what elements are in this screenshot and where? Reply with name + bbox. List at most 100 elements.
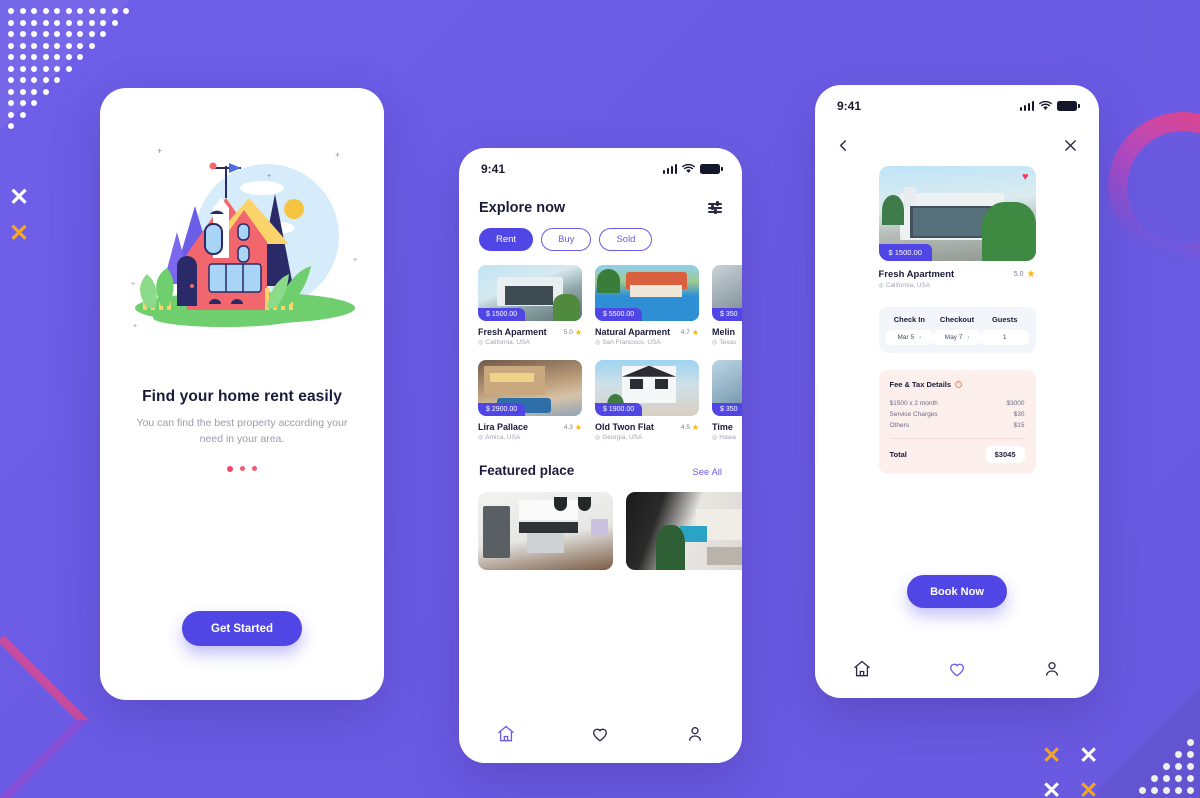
see-all-link[interactable]: See All [692, 467, 722, 478]
chip-rent[interactable]: Rent [479, 228, 534, 251]
guests-field[interactable]: Guests 1 [980, 315, 1029, 345]
close-icon[interactable] [1064, 139, 1077, 152]
pin-icon: ◎ [595, 435, 601, 441]
price-badge: $ 1500.00 [478, 308, 526, 321]
property-row-2: $ 2900.00 Lira Pallace 4.3 ★ ◎ Amica, USA… [459, 360, 742, 441]
property-card-partial[interactable]: $ 350 Melin ◎ Texas [712, 265, 742, 346]
svg-text:+: + [157, 146, 162, 156]
gradient-triangle-decoration [0, 635, 89, 798]
x-mark-orange-left: ✕ [9, 220, 30, 247]
fee-value: $30 [1013, 411, 1025, 418]
property-rating: 4.7 ★ [680, 327, 699, 337]
home-icon[interactable] [496, 724, 516, 744]
property-card[interactable]: $ 1900.00 Old Twon Flat 4.5 ★ ◎ Georgia, … [595, 360, 699, 441]
property-card[interactable]: $ 1500.00 Fresh Aparment 5.0 ★ ◎ Californ… [478, 265, 582, 346]
x-mark-white-br-2: ✕ [1042, 777, 1062, 798]
get-started-button[interactable]: Get Started [182, 611, 302, 646]
property-thumbnail: $ 350 [712, 265, 742, 321]
home-icon[interactable] [852, 659, 872, 679]
fee-value: $3000 [1006, 400, 1025, 407]
price-badge: $ 2900.00 [478, 403, 526, 416]
status-time: 9:41 [481, 162, 506, 176]
pagination-dot[interactable] [252, 465, 257, 471]
onboarding-screen: + + + + + + Find your home rent easily You … [100, 88, 384, 700]
price-badge: $ 1900.00 [595, 403, 643, 416]
chip-buy[interactable]: Buy [541, 228, 592, 251]
chevron-left-icon[interactable] [837, 139, 850, 152]
heart-icon[interactable] [590, 724, 610, 744]
property-location: ◎ Amica, USA [478, 434, 521, 441]
info-icon[interactable]: i [955, 381, 963, 388]
featured-card[interactable] [478, 492, 613, 570]
status-bar: 9:41 [459, 148, 742, 176]
property-location: ◎ Georgia, USA [595, 434, 643, 441]
property-name: Melin [712, 327, 736, 337]
pin-icon: ◎ [712, 435, 718, 441]
pagination-dots[interactable] [100, 465, 384, 472]
property-name: Lira Pallace [478, 422, 529, 432]
check-in-label: Check In [893, 315, 925, 324]
property-row-1: $ 1500.00 Fresh Aparment 5.0 ★ ◎ Californ… [459, 265, 742, 346]
featured-card[interactable] [626, 492, 742, 570]
pagination-dot[interactable] [240, 465, 245, 471]
property-hero-image: ♥ $ 1500.00 [878, 166, 1036, 261]
check-in-field[interactable]: Check In Mar 5 › [885, 315, 934, 345]
checkout-field[interactable]: Checkout May 7 › [933, 315, 981, 345]
divider [889, 438, 1025, 439]
stay-details: Check In Mar 5 › Checkout May 7 › Guests 1 [878, 307, 1036, 353]
explore-screen: 9:41 Explore now Rent Buy Sold $ 1500.00 [459, 148, 742, 763]
property-name: Time [712, 422, 733, 432]
property-location: ◎ San Francisco, USA [595, 339, 661, 346]
featured-row [459, 492, 742, 570]
star-icon: ★ [691, 422, 699, 432]
property-name: Fresh Aparment [478, 327, 547, 337]
x-mark-white-left: ✕ [9, 184, 30, 211]
fee-rows: $1500 x 2 month $3000 Service Charges $3… [890, 398, 1025, 431]
book-now-button[interactable]: Book Now [907, 575, 1007, 608]
pagination-dot[interactable] [227, 465, 233, 472]
fee-label: Others [889, 422, 910, 429]
profile-icon[interactable] [1042, 659, 1062, 679]
property-thumbnail: $ 1500.00 [478, 265, 582, 321]
chip-sold[interactable]: Sold [599, 228, 653, 251]
property-card[interactable]: $ 5500.00 Natural Aparment 4.7 ★ ◎ San Fr… [595, 265, 699, 346]
price-badge: $ 5500.00 [595, 308, 643, 321]
wifi-icon [1039, 101, 1052, 110]
star-icon: ★ [574, 327, 582, 337]
fee-row: Others $15 [890, 420, 1025, 431]
detail-toolbar [815, 113, 1099, 152]
property-card-partial[interactable]: $ 350 Time ◎ Hawa [712, 360, 742, 441]
filter-icon[interactable] [708, 201, 722, 214]
heart-icon[interactable] [947, 659, 967, 679]
property-rating: 5.0 ★ [1013, 269, 1036, 280]
property-thumbnail: $ 2900.00 [478, 360, 582, 416]
checkout-value[interactable]: May 7 › [933, 330, 981, 345]
property-card[interactable]: $ 2900.00 Lira Pallace 4.3 ★ ◎ Amica, USA [478, 360, 582, 441]
property-rating: 4.3 ★ [563, 422, 582, 432]
property-location: ◎ Texas [712, 339, 737, 346]
fee-row: $1500 x 2 month $3000 [890, 398, 1025, 409]
check-in-value[interactable]: Mar 5 › [885, 330, 934, 345]
svg-text:+: + [267, 173, 271, 180]
property-thumbnail: $ 350 [712, 360, 742, 416]
battery-icon [1057, 101, 1080, 111]
property-location: ◎ California, USA [478, 339, 530, 346]
guests-value[interactable]: 1 [980, 330, 1029, 345]
page-subtitle: You can find the best property according… [136, 417, 348, 446]
explore-title: Explore now [479, 200, 566, 216]
heart-filled-icon[interactable]: ♥ [1022, 172, 1029, 183]
property-location: ◎ Hawa [712, 434, 736, 441]
pin-icon: ◎ [478, 435, 484, 441]
property-summary: Fresh Apartment 5.0 ★ ◎ California, USA [879, 269, 1036, 289]
bottom-navigation [459, 705, 742, 763]
fee-label: Service Charges [889, 411, 938, 418]
bottom-navigation [815, 640, 1099, 698]
booking-detail-screen: 9:41 ♥ $ 1500.00 Fresh Apartment 5.0 ★ ◎… [815, 85, 1099, 698]
fee-row: Service Charges $30 [890, 409, 1025, 420]
profile-icon[interactable] [685, 724, 705, 744]
property-rating: 5.0 ★ [563, 327, 582, 337]
star-icon: ★ [691, 327, 699, 337]
star-icon: ★ [574, 422, 582, 432]
fee-label: $1500 x 2 month [889, 400, 938, 407]
total-label: Total [889, 450, 907, 459]
